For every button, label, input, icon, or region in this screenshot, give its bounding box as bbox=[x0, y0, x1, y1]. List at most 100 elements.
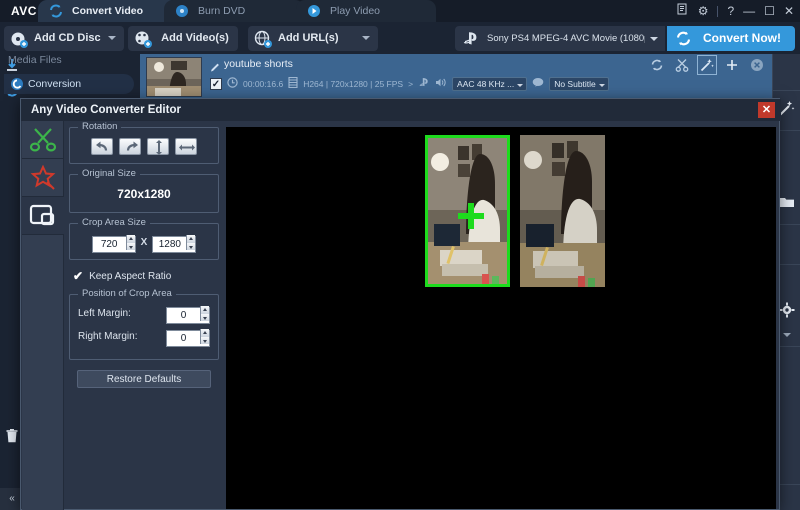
editor-tool-strip bbox=[22, 121, 64, 510]
chevron-down-icon[interactable] bbox=[650, 37, 658, 41]
remove-icon[interactable] bbox=[750, 58, 764, 72]
rotate-right-button[interactable] bbox=[119, 138, 141, 155]
left-margin-label: Left Margin: bbox=[78, 308, 131, 319]
audio-track-select[interactable]: AAC 48 KHz ... bbox=[452, 77, 528, 91]
keep-aspect-ratio-row[interactable]: ✔ Keep Aspect Ratio bbox=[73, 270, 219, 282]
add-cd-disc-label: Add CD Disc bbox=[34, 32, 101, 44]
chevron-down-icon[interactable] bbox=[362, 36, 370, 40]
globe-add-icon bbox=[254, 30, 272, 48]
output-profile-selector[interactable]: Sony PS4 MPEG-4 AVC Movie (1080p)... bbox=[455, 26, 665, 51]
add-urls-button[interactable]: Add URL(s) bbox=[248, 26, 378, 51]
subtitle-icon bbox=[532, 75, 544, 93]
output-profile-value: Sony PS4 MPEG-4 AVC Movie (1080p)... bbox=[487, 33, 645, 44]
video-duration: 00:00:16.6 bbox=[243, 79, 284, 89]
clip-tool-button[interactable] bbox=[22, 121, 64, 159]
subtitle-select[interactable]: No Subtitle bbox=[549, 77, 609, 91]
stepper-down[interactable] bbox=[200, 313, 209, 321]
magic-wand-icon[interactable] bbox=[697, 55, 717, 75]
rotate-icon[interactable] bbox=[650, 58, 664, 72]
magic-wand-icon[interactable] bbox=[779, 100, 795, 116]
gear-icon[interactable]: ⚙ bbox=[698, 3, 709, 19]
stepper-up[interactable] bbox=[125, 235, 135, 243]
gear-icon[interactable] bbox=[779, 302, 795, 318]
video-list-item[interactable]: youtube shorts ✓ 00:00:16.6 H264 | 720x1… bbox=[140, 54, 772, 100]
trash-icon[interactable] bbox=[4, 428, 20, 444]
caret-down-icon[interactable] bbox=[782, 326, 792, 342]
chevron-down-icon bbox=[517, 84, 524, 87]
playstation-icon bbox=[418, 75, 430, 93]
stepper-up[interactable] bbox=[200, 306, 209, 314]
output-preview bbox=[520, 135, 605, 287]
speaker-icon bbox=[435, 75, 447, 93]
crop-settings-panel: Rotation Original Size 720x1280 Crop Are… bbox=[69, 121, 219, 388]
effect-tool-button[interactable] bbox=[22, 159, 64, 197]
action-toolbar: Add CD Disc Add Video(s) Add URL(s) Sony… bbox=[0, 22, 800, 54]
crop-area-size-label: Crop Area Size bbox=[78, 217, 150, 228]
help-icon[interactable]: ? bbox=[727, 3, 734, 19]
crop-tool-button[interactable] bbox=[22, 197, 64, 235]
scissors-icon[interactable] bbox=[675, 58, 689, 72]
flip-vertical-button[interactable] bbox=[147, 138, 169, 155]
add-videos-button[interactable]: Add Video(s) bbox=[128, 26, 238, 51]
tab-burn-dvd[interactable]: Burn DVD bbox=[164, 0, 304, 22]
video-item-tools bbox=[650, 55, 764, 75]
film-icon bbox=[288, 75, 298, 93]
stepper-arrows[interactable] bbox=[186, 235, 196, 250]
clock-icon bbox=[227, 75, 238, 93]
video-select-checkbox[interactable]: ✓ bbox=[210, 78, 222, 90]
stepper-down[interactable] bbox=[186, 242, 196, 250]
dialog-close-button[interactable]: ✕ bbox=[758, 102, 775, 118]
edit-title-icon[interactable] bbox=[210, 60, 221, 72]
rotation-label: Rotation bbox=[78, 121, 122, 132]
stepper-down[interactable] bbox=[200, 336, 209, 344]
media-files-label: Media Files bbox=[8, 54, 62, 66]
restore-defaults-button[interactable]: Restore Defaults bbox=[77, 370, 211, 388]
video-title: youtube shorts bbox=[224, 58, 293, 70]
dialog-title: Any Video Converter Editor bbox=[21, 99, 781, 121]
right-margin-label: Right Margin: bbox=[78, 331, 138, 342]
video-preview-area bbox=[226, 127, 776, 509]
rotate-left-button[interactable] bbox=[91, 138, 113, 155]
stepper-arrows[interactable] bbox=[125, 235, 135, 250]
chevron-down-icon[interactable] bbox=[108, 36, 116, 40]
chevron-right-icon: > bbox=[408, 79, 414, 89]
left-margin-row: Left Margin: bbox=[78, 305, 210, 324]
rotation-group: Rotation bbox=[69, 121, 219, 164]
stepper-arrows[interactable] bbox=[200, 306, 209, 321]
application-window: AVC Convert Video Burn DVD Play Video ⚙ bbox=[0, 0, 800, 510]
playstation-icon bbox=[461, 30, 481, 47]
plus-icon[interactable] bbox=[725, 58, 739, 72]
convert-now-button[interactable]: Convert Now! bbox=[667, 26, 795, 51]
add-cd-disc-button[interactable]: Add CD Disc bbox=[4, 26, 124, 51]
sidebar-item-conversion[interactable]: Conversion bbox=[4, 74, 134, 94]
tab-play-video[interactable]: Play Video bbox=[296, 0, 436, 22]
stepper-up[interactable] bbox=[200, 329, 209, 337]
app-logo: AVC bbox=[11, 4, 37, 18]
close-button[interactable]: ✕ bbox=[784, 3, 794, 19]
maximize-button[interactable]: ☐ bbox=[764, 3, 775, 19]
list-icon[interactable] bbox=[677, 3, 689, 19]
crop-height-stepper[interactable] bbox=[152, 234, 197, 253]
folder-icon[interactable] bbox=[779, 194, 795, 210]
cd-disc-add-icon bbox=[10, 30, 28, 48]
play-icon bbox=[307, 4, 321, 18]
left-margin-stepper[interactable] bbox=[166, 305, 210, 324]
flip-horizontal-button[interactable] bbox=[175, 138, 197, 155]
window-controls: ⚙ ? — ☐ ✕ bbox=[677, 3, 794, 19]
audio-track-value: AAC 48 KHz ... bbox=[457, 79, 515, 89]
crop-area-size-group: Crop Area Size X bbox=[69, 217, 219, 260]
stepper-arrows[interactable] bbox=[200, 329, 209, 344]
minimize-button[interactable]: — bbox=[743, 3, 755, 19]
tab-play-video-label: Play Video bbox=[330, 5, 381, 17]
crop-width-stepper[interactable] bbox=[91, 234, 136, 253]
stepper-up[interactable] bbox=[186, 235, 196, 243]
tab-convert-video[interactable]: Convert Video bbox=[38, 0, 178, 22]
subtitle-value: No Subtitle bbox=[554, 79, 596, 89]
original-size-label: Original Size bbox=[78, 168, 140, 179]
conversion-icon bbox=[10, 77, 24, 91]
video-add-icon bbox=[134, 30, 152, 48]
right-margin-stepper[interactable] bbox=[166, 328, 210, 347]
stepper-down[interactable] bbox=[125, 242, 135, 250]
checkbox-check-icon: ✔ bbox=[73, 269, 84, 283]
crop-move-handle-icon[interactable] bbox=[458, 203, 484, 229]
